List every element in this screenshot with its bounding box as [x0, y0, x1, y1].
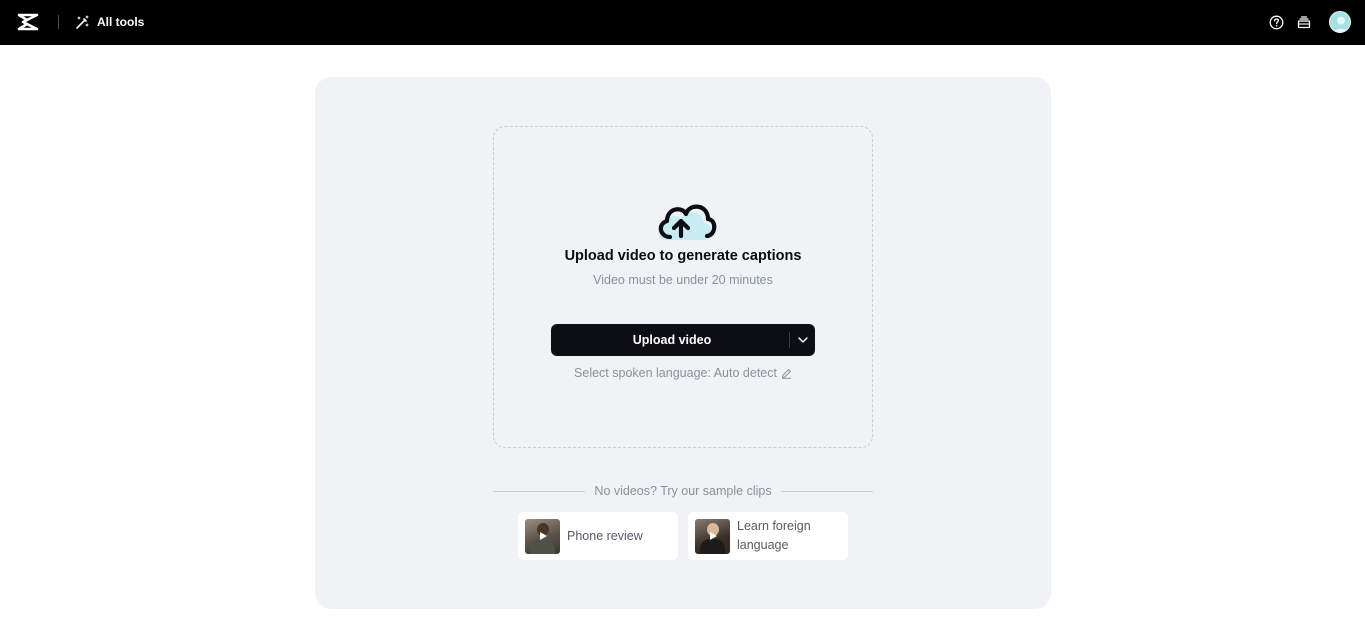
clip-thumbnail	[525, 519, 560, 554]
all-tools-button[interactable]: All tools	[75, 12, 144, 32]
upload-video-label: Upload video	[551, 333, 789, 347]
upload-title: Upload video to generate captions	[494, 248, 872, 264]
play-icon	[537, 530, 549, 542]
sample-clips-text: No videos? Try our sample clips	[585, 484, 780, 498]
upload-dropzone[interactable]: Upload video to generate captions Video …	[493, 126, 873, 448]
divider-line-left	[493, 491, 585, 492]
user-avatar[interactable]	[1329, 11, 1351, 33]
top-navigation-bar: All tools	[0, 0, 1365, 45]
topbar-actions	[1268, 10, 1351, 34]
stacked-layers-icon[interactable]	[1296, 14, 1312, 30]
divider-line-right	[781, 491, 873, 492]
sample-clip-phone-review[interactable]: Phone review	[518, 512, 678, 560]
all-tools-label: All tools	[97, 15, 144, 29]
upload-video-button[interactable]: Upload video	[551, 324, 815, 356]
help-circle-icon[interactable]	[1268, 14, 1284, 30]
clip-thumbnail	[695, 519, 730, 554]
caption-upload-card: Upload video to generate captions Video …	[315, 77, 1051, 609]
chevron-down-icon[interactable]	[790, 324, 815, 356]
play-icon	[707, 530, 719, 542]
magic-wand-icon	[75, 15, 90, 30]
upload-subtitle: Video must be under 20 minutes	[494, 273, 872, 287]
spoken-language-label: Select spoken language: Auto detect	[574, 366, 777, 380]
sample-clips-divider: No videos? Try our sample clips	[493, 483, 873, 499]
clip-label: Learn foreign language	[737, 517, 827, 555]
sample-clip-learn-foreign-language[interactable]: Learn foreign language	[688, 512, 848, 560]
capcut-logo-icon[interactable]	[17, 11, 39, 33]
spoken-language-selector[interactable]: Select spoken language: Auto detect	[494, 366, 872, 380]
pencil-icon	[781, 368, 792, 379]
clip-label: Phone review	[567, 527, 643, 546]
cloud-upload-icon	[652, 190, 718, 246]
topbar-divider	[58, 15, 59, 29]
